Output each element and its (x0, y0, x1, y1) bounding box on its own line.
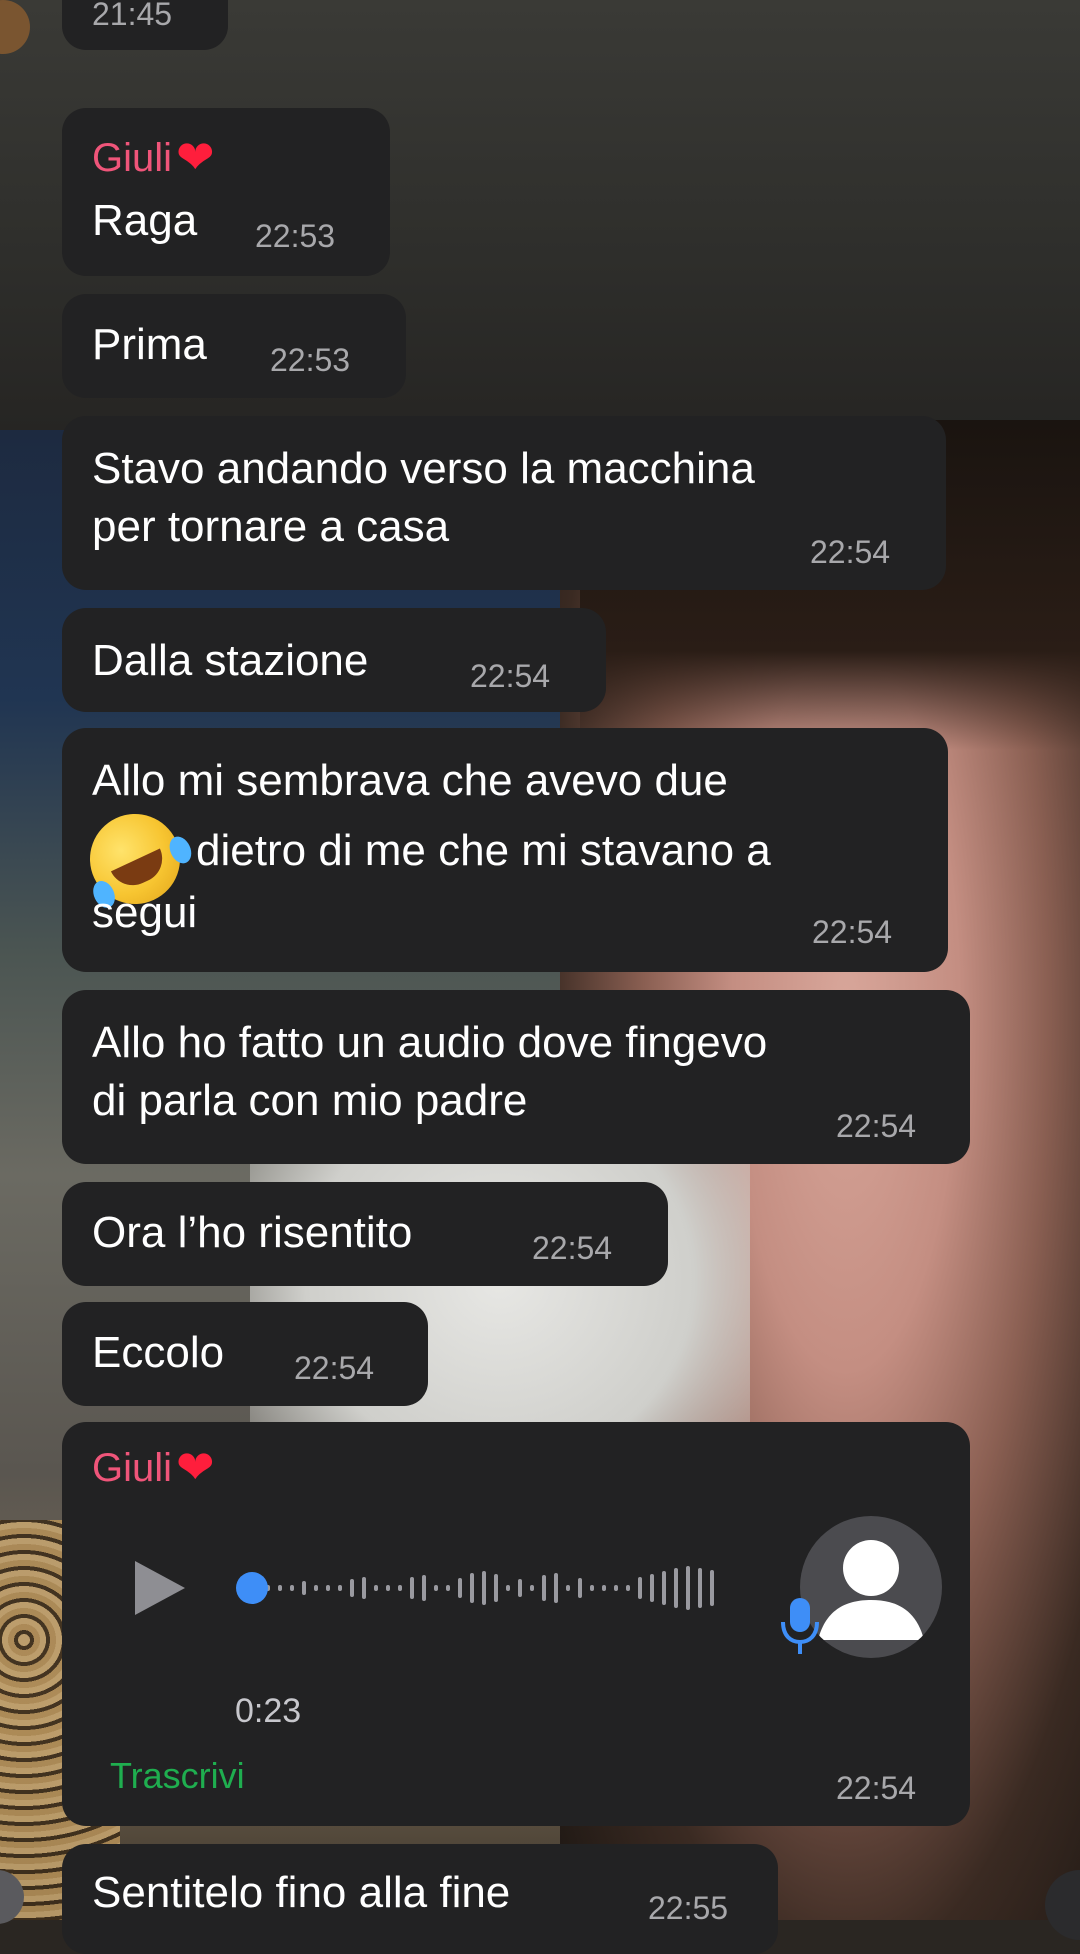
waveform-bar (650, 1574, 654, 1602)
message-time: 22:53 (270, 342, 351, 378)
waveform-bar (326, 1585, 330, 1591)
message-bubble[interactable]: 21:45 (62, 0, 228, 50)
message-time: 22:55 (648, 1890, 729, 1926)
message-text: Dalla stazione (92, 636, 369, 685)
transcribe-button[interactable]: Trascrivi (110, 1755, 245, 1797)
message-text: Raga (92, 196, 198, 245)
message-bubble[interactable]: Sentitelo fino alla fine 22:55 (62, 1844, 778, 1954)
message-bubble[interactable]: Eccolo 22:54 (62, 1302, 428, 1406)
waveform-bar (602, 1585, 606, 1591)
microphone-icon (781, 1598, 819, 1654)
waveform-bar (386, 1585, 390, 1591)
waveform-bar (302, 1581, 306, 1595)
waveform-bar (506, 1585, 510, 1591)
waveform-bar (290, 1585, 294, 1591)
message-text: Allo ho fatto un audio dove fingevo (92, 1018, 768, 1067)
waveform-bar (686, 1566, 690, 1610)
message-time: 22:54 (470, 658, 551, 694)
waveform-bar (278, 1585, 282, 1591)
message-time: 22:53 (255, 218, 336, 254)
waveform-bar (458, 1578, 462, 1598)
message-time: 22:54 (836, 1108, 917, 1144)
message-text: Stavo andando verso la macchina (92, 444, 755, 493)
waveform-bar (314, 1585, 318, 1591)
message-bubble[interactable]: Allo ho fatto un audio dove fingevo di p… (62, 990, 970, 1164)
play-icon[interactable] (135, 1561, 185, 1615)
waveform-bar (638, 1577, 642, 1599)
message-time: 22:54 (810, 534, 891, 570)
red-heart-icon: ❤ (176, 131, 215, 183)
waveform-bar (614, 1585, 618, 1591)
waveform-bar (494, 1574, 498, 1602)
message-bubble[interactable]: Dalla stazione 22:54 (62, 608, 606, 712)
waveform-bar (626, 1585, 630, 1591)
message-text: dietro di me che mi stavano a (196, 826, 771, 875)
message-text: per tornare a casa (92, 502, 450, 551)
red-heart-icon: ❤ (176, 1441, 215, 1493)
message-text: Sentitelo fino alla fine (92, 1868, 511, 1917)
waveform-bar (374, 1585, 378, 1591)
message-bubble[interactable]: Allo mi sembrava che avevo due dietro di… (62, 728, 948, 972)
audio-waveform[interactable] (236, 1560, 736, 1616)
playback-position-dot[interactable] (236, 1572, 268, 1604)
message-bubble[interactable]: Stavo andando verso la macchina per torn… (62, 416, 946, 590)
waveform-bar (446, 1585, 450, 1591)
message-bubble[interactable]: Giuli❤ Raga 22:53 (62, 108, 390, 276)
message-text: Allo mi sembrava che avevo due (92, 756, 728, 805)
message-time: 22:54 (812, 914, 893, 950)
message-text: Eccolo (92, 1328, 225, 1377)
waveform-bar (542, 1575, 546, 1601)
waveform-bar (566, 1585, 570, 1591)
sender-name[interactable]: Giuli❤ (92, 130, 215, 184)
message-time: 22:54 (294, 1350, 375, 1386)
voice-duration: 0:23 (235, 1692, 302, 1730)
message-time: 22:54 (532, 1230, 613, 1266)
waveform-bar (698, 1568, 702, 1608)
message-text: Prima (92, 320, 207, 369)
waveform-bar (710, 1570, 714, 1606)
message-time: 22:54 (836, 1770, 917, 1806)
waveform-bar (530, 1585, 534, 1591)
waveform-bar (422, 1575, 426, 1601)
waveform-bar (398, 1585, 402, 1591)
waveform-bar (674, 1568, 678, 1608)
waveform-bar (662, 1571, 666, 1605)
message-time: 21:45 (92, 0, 173, 32)
sender-name[interactable]: Giuli❤ (92, 1440, 215, 1494)
message-bubble[interactable]: Ora l’ho risentito 22:54 (62, 1182, 668, 1286)
waveform-bar (338, 1585, 342, 1591)
waveform-bar (518, 1579, 522, 1597)
waveform-bar (578, 1578, 582, 1598)
waveform-bar (410, 1577, 414, 1599)
waveform-bar (434, 1585, 438, 1591)
waveform-bar (590, 1585, 594, 1591)
waveform-bar (470, 1573, 474, 1603)
message-text: di parla con mio padre (92, 1076, 528, 1125)
waveform-bar (554, 1573, 558, 1603)
waveform-bar (350, 1579, 354, 1597)
waveform-bar (482, 1571, 486, 1605)
message-text: segui (92, 888, 198, 937)
message-text: Ora l’ho risentito (92, 1208, 413, 1257)
message-bubble[interactable]: Prima 22:53 (62, 294, 406, 398)
waveform-bar (362, 1577, 366, 1599)
